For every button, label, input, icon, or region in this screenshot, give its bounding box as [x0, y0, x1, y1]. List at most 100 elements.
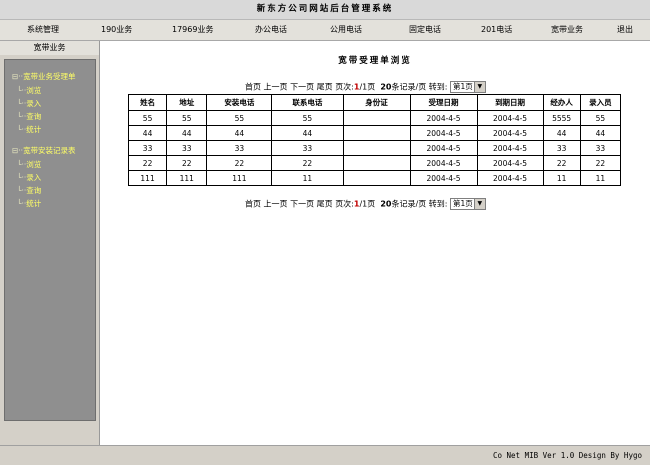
pager-next-link[interactable]: 下一页: [290, 200, 314, 209]
pager-first-link[interactable]: 首页: [245, 200, 261, 209]
sidebar-header: 宽带业务: [0, 41, 100, 55]
tree-item-install-query[interactable]: └··查询: [17, 185, 41, 196]
table-cell: 33: [206, 140, 273, 156]
nav-190[interactable]: 190业务: [101, 20, 132, 40]
col-header: 安装电话: [206, 94, 273, 111]
tree-group-accept[interactable]: ⊟··宽带业务受理单: [12, 71, 76, 82]
table-cell: 44: [206, 125, 273, 141]
pager-page-suffix: 页: [367, 199, 376, 209]
pager-last-link[interactable]: 尾页: [317, 200, 333, 209]
nav-office-phone[interactable]: 办公电话: [255, 20, 287, 40]
table-cell: 33: [579, 140, 622, 156]
nav-system-admin[interactable]: 系统管理: [27, 20, 59, 40]
pager-page-prefix: 页次:: [335, 199, 354, 209]
table-cell: 11: [542, 170, 581, 186]
pager-goto-label: 转到:: [428, 82, 448, 92]
table-cell: 55: [206, 110, 273, 126]
pager-next-link[interactable]: 下一页: [290, 83, 314, 92]
tree-minus-icon: ⊟··: [12, 146, 24, 155]
table-cell: 44: [127, 125, 168, 141]
tree-group-install[interactable]: ⊟··宽带安装记录表: [12, 145, 76, 156]
table-row: 22 22 22 22 2004-4-5 2004-4-5 22 22: [127, 155, 622, 171]
pager-page-select[interactable]: 第1页 ▼: [450, 198, 486, 210]
records-table: 姓名 地址 安装电话 联系电话 身份证 受理日期 到期日期 经办人 录入员 55…: [127, 94, 622, 186]
table-cell: 22: [166, 155, 208, 171]
pager-select-value: 第1页: [453, 82, 473, 91]
table-cell: 2004-4-5: [409, 140, 478, 156]
table-cell: 33: [542, 140, 581, 156]
footer-text: Co Net MIB Ver 1.0 Design By Hygo: [492, 451, 642, 460]
table-cell: 55: [271, 110, 344, 126]
tree-item-accept-browse[interactable]: └··浏览: [17, 85, 41, 96]
table-cell: 22: [542, 155, 581, 171]
tree-item-accept-entry[interactable]: └··录入: [17, 98, 41, 109]
tree-item-install-entry[interactable]: └··录入: [17, 172, 41, 183]
table-cell: [342, 125, 411, 141]
nav-logout[interactable]: 退出: [617, 20, 633, 40]
col-header: 录入员: [579, 94, 622, 111]
pager-goto-label: 转到:: [428, 199, 448, 209]
nav-broadband[interactable]: 宽带业务: [551, 20, 583, 40]
col-header: 身份证: [342, 94, 411, 111]
tree-minus-icon: ⊟··: [12, 72, 24, 81]
pager-last-link[interactable]: 尾页: [317, 83, 333, 92]
tree-item-install-browse[interactable]: └··浏览: [17, 159, 41, 170]
tree-item-label: 查询: [26, 112, 42, 121]
col-header: 经办人: [542, 94, 581, 111]
nav-201-phone[interactable]: 201电话: [481, 20, 512, 40]
table-cell: [342, 155, 411, 171]
table-cell: 111: [127, 170, 168, 186]
chevron-down-icon[interactable]: ▼: [473, 199, 485, 209]
table-cell: [342, 140, 411, 156]
table-cell: 33: [271, 140, 344, 156]
col-header: 受理日期: [409, 94, 478, 111]
table-cell: 44: [271, 125, 344, 141]
tree-item-accept-query[interactable]: └··查询: [17, 111, 41, 122]
table-cell: 22: [206, 155, 273, 171]
tree-branch-icon: └··: [17, 199, 27, 208]
tree-item-label: 统计: [26, 125, 42, 134]
table-cell: [342, 170, 411, 186]
table-row: 55 55 55 55 2004-4-5 2004-4-5 5555 55: [127, 110, 622, 126]
pager-per-page-suffix: 条记录/页: [391, 82, 427, 92]
top-nav: 系统管理 190业务 17969业务 办公电话 公用电话 固定电话 201电话 …: [0, 20, 650, 41]
nav-fixed-phone[interactable]: 固定电话: [409, 20, 441, 40]
nav-17969[interactable]: 17969业务: [172, 20, 213, 40]
nav-public-phone[interactable]: 公用电话: [330, 20, 362, 40]
table-cell: 2004-4-5: [476, 125, 544, 141]
tree-item-label: 录入: [26, 173, 42, 182]
tree-branch-icon: └··: [17, 125, 27, 134]
table-cell: 2004-4-5: [476, 170, 544, 186]
tree-branch-icon: └··: [17, 86, 27, 95]
pager-per-page-suffix: 条记录/页: [391, 199, 427, 209]
tree-item-label: 浏览: [26, 86, 42, 95]
table-cell: 55: [166, 110, 208, 126]
table-cell: 33: [166, 140, 208, 156]
table-cell: 2004-4-5: [476, 155, 544, 171]
pager-prev-link[interactable]: 上一页: [264, 83, 288, 92]
col-header: 联系电话: [271, 94, 344, 111]
tree-branch-icon: └··: [17, 173, 27, 182]
pager-first-link[interactable]: 首页: [245, 83, 261, 92]
app-title: 新东方公司网站后台管理系统: [0, 0, 650, 20]
table-cell: 2004-4-5: [409, 155, 478, 171]
col-header: 到期日期: [476, 94, 544, 111]
chevron-down-icon[interactable]: ▼: [473, 82, 485, 92]
pager-prev-link[interactable]: 上一页: [264, 200, 288, 209]
pager-select-value: 第1页: [453, 199, 473, 208]
tree-item-accept-stats[interactable]: └··统计: [17, 124, 41, 135]
table-cell: 55: [127, 110, 168, 126]
table-row: 33 33 33 33 2004-4-5 2004-4-5 33 33: [127, 140, 622, 156]
table-cell: 22: [127, 155, 168, 171]
table-cell: 22: [271, 155, 344, 171]
pager-page-select[interactable]: 第1页 ▼: [450, 81, 486, 93]
status-footer: Co Net MIB Ver 1.0 Design By Hygo: [0, 445, 650, 465]
page-title: 宽带受理单浏览: [338, 56, 412, 66]
pager-page-suffix: 页: [367, 82, 376, 92]
table-cell: 22: [579, 155, 622, 171]
pager-top: 首页 上一页 下一页 尾页 页次:1/1页 20条记录/页 转到: 第1页 ▼: [245, 81, 486, 93]
tree-item-label: 查询: [26, 186, 42, 195]
table-cell: [342, 110, 411, 126]
tree-item-install-stats[interactable]: └··统计: [17, 198, 41, 209]
table-cell: 111: [206, 170, 273, 186]
